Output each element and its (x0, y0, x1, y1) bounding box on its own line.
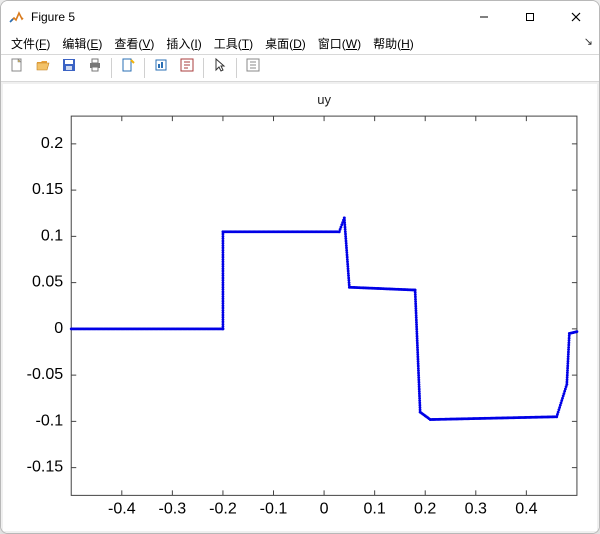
y-tick-label: 0.05 (32, 272, 63, 290)
x-tick-label: -0.4 (108, 499, 136, 517)
menu-v[interactable]: 查看(V) (108, 35, 160, 52)
menu-e[interactable]: 编辑(E) (56, 35, 108, 52)
toolbar-edit-button[interactable] (241, 57, 265, 79)
menu-w[interactable]: 窗口(W) (312, 35, 367, 52)
toolbar-pointer-button[interactable] (208, 57, 232, 79)
new-icon (9, 57, 25, 78)
y-tick-label: -0.15 (27, 457, 64, 475)
menu-t[interactable]: 工具(T) (208, 35, 259, 52)
menu-i[interactable]: 插入(I) (160, 35, 207, 52)
link-icon (120, 57, 136, 78)
rotate-icon (153, 57, 169, 78)
axes[interactable]: uy -0.4 -0.3 -0.2 -0.1 0 0.1 0.2 0.3 0.4 -0.15 -0.1… (3, 84, 597, 532)
y-tick-label: 0.2 (41, 133, 63, 151)
minimize-button[interactable] (461, 1, 507, 33)
pointer-icon (212, 57, 228, 78)
chart-title: uy (317, 92, 331, 107)
toolbar-open-button[interactable] (31, 57, 55, 79)
y-tick-label: 0.1 (41, 226, 63, 244)
toolbar-separator (144, 58, 145, 78)
menu-d[interactable]: 桌面(D) (259, 35, 312, 52)
toolbar-separator (203, 58, 204, 78)
toolbar-new-button[interactable] (5, 57, 29, 79)
title-bar[interactable]: Figure 5 (1, 1, 599, 33)
save-icon (61, 57, 77, 78)
open-icon (35, 57, 51, 78)
x-tick-label: 0.1 (363, 499, 385, 517)
toolbar-print-button[interactable] (83, 57, 107, 79)
y-tick-label: -0.05 (27, 365, 64, 383)
dock-arrow-icon[interactable]: ↘ (584, 35, 593, 48)
edit-icon (245, 57, 261, 78)
figure-window: Figure 5 文件(F)编辑(E)查看(V)插入(I)工具(T)桌面(D)窗… (0, 0, 600, 534)
maximize-button[interactable] (507, 1, 553, 33)
window-title: Figure 5 (31, 10, 75, 24)
y-tick-label: 0 (54, 318, 63, 336)
x-tick-label: -0.1 (260, 499, 288, 517)
y-tick-label: -0.1 (36, 411, 64, 429)
close-button[interactable] (553, 1, 599, 33)
menu-h[interactable]: 帮助(H) (367, 35, 420, 52)
y-tick-label: 0.15 (32, 180, 63, 198)
toolbar-datacursor-button[interactable] (175, 57, 199, 79)
menu-bar: 文件(F)编辑(E)查看(V)插入(I)工具(T)桌面(D)窗口(W)帮助(H)… (1, 33, 599, 54)
x-tick-label: -0.2 (209, 499, 237, 517)
toolbar (1, 54, 599, 82)
datacursor-icon (179, 57, 195, 78)
toolbar-separator (111, 58, 112, 78)
menu-f[interactable]: 文件(F) (5, 35, 56, 52)
toolbar-link-button[interactable] (116, 57, 140, 79)
x-tick-label: 0.4 (515, 499, 537, 517)
toolbar-rotate-button[interactable] (149, 57, 173, 79)
toolbar-separator (236, 58, 237, 78)
x-tick-label: 0.2 (414, 499, 436, 517)
print-icon (87, 57, 103, 78)
x-tick-label: 0 (320, 499, 329, 517)
figure-area: uy -0.4 -0.3 -0.2 -0.1 0 0.1 0.2 0.3 0.4 -0.15 -0.1… (1, 82, 599, 534)
x-tick-label: -0.3 (159, 499, 187, 517)
plot-box (71, 116, 577, 495)
matlab-icon (9, 9, 25, 25)
toolbar-save-button[interactable] (57, 57, 81, 79)
x-tick-label: 0.3 (465, 499, 487, 517)
